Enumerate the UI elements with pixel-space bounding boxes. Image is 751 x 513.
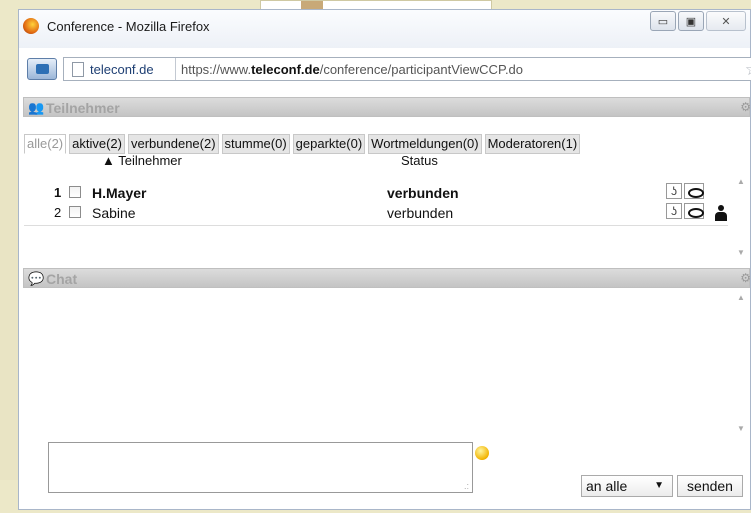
column-participant[interactable]: ▲ Teilnehmer — [102, 153, 182, 168]
participant-status: verbunden — [387, 185, 459, 201]
participants-panel-title: Teilnehmer — [46, 100, 120, 116]
table-divider — [24, 225, 728, 226]
panel-tool-icon[interactable]: ⚙ — [740, 100, 751, 114]
audio-controls: ʖ — [666, 183, 708, 201]
participant-name: Sabine — [92, 205, 136, 221]
people-icon: 👥 — [28, 100, 45, 115]
resize-grip-icon[interactable]: .: — [464, 481, 469, 491]
tab-active[interactable]: aktive(2) — [69, 134, 125, 154]
panel-tool-icon[interactable]: ⚙ — [740, 271, 751, 285]
bookmark-star-icon[interactable]: ☆ — [745, 60, 751, 80]
maximize-button[interactable]: ▣ — [678, 11, 704, 31]
browser-window: Conference - Mozilla Firefox ▭ ▣ ✕ telec… — [18, 9, 751, 510]
table-row[interactable]: 1 H.Mayer verbunden ʖ — [24, 183, 728, 202]
tab-requests[interactable]: Wortmeldungen(0) — [368, 134, 482, 154]
participants-table-header: ▲ Teilnehmer Status — [24, 153, 728, 168]
site-identity-label[interactable]: teleconf.de — [90, 62, 154, 77]
url-path: /conference/participantViewCCP.do — [319, 62, 524, 77]
firefox-logo-icon — [23, 18, 39, 34]
ear-icon[interactable]: ʖ — [666, 183, 682, 199]
ear-icon[interactable]: ʖ — [666, 203, 682, 219]
recipient-value: an alle — [586, 478, 628, 494]
participant-status: verbunden — [387, 205, 454, 221]
close-button[interactable]: ✕ — [706, 11, 746, 31]
mouth-icon[interactable] — [684, 203, 704, 219]
row-checkbox[interactable] — [69, 186, 81, 198]
chevron-down-icon: ▼ — [654, 480, 664, 491]
moderator-icon — [714, 205, 728, 221]
participant-name: H.Mayer — [92, 185, 147, 201]
smiley-icon[interactable] — [475, 446, 489, 460]
recipient-select[interactable]: an alle ▼ — [581, 475, 673, 497]
title-bar[interactable]: Conference - Mozilla Firefox ▭ ▣ ✕ — [19, 10, 750, 48]
row-number: 1 — [54, 185, 62, 200]
scroll-down-icon[interactable]: ▼ — [737, 424, 745, 433]
url-host: teleconf.de — [251, 62, 320, 77]
table-row[interactable]: 2 Sabine verbunden ʖ — [24, 203, 728, 222]
tab-moderators[interactable]: Moderatoren(1) — [484, 134, 581, 154]
send-button[interactable]: senden — [677, 475, 743, 497]
navigation-bar: teleconf.de https://www.teleconf.de/conf… — [19, 54, 751, 84]
chat-bubbles-icon: 💬 — [28, 271, 45, 286]
chat-scrollbar[interactable]: ▲ ▼ — [734, 293, 748, 433]
url-bar[interactable]: teleconf.de https://www.teleconf.de/conf… — [63, 57, 751, 81]
window-controls: ▭ ▣ ✕ — [650, 11, 746, 31]
scroll-down-icon[interactable]: ▼ — [737, 248, 745, 257]
row-number: 2 — [54, 205, 62, 220]
scroll-up-icon[interactable]: ▲ — [737, 293, 745, 302]
participants-scrollbar[interactable]: ▲ ▼ — [734, 177, 748, 257]
minimize-button[interactable]: ▭ — [650, 11, 676, 31]
page-icon — [72, 62, 84, 77]
tab-muted[interactable]: stumme(0) — [221, 134, 290, 154]
url-prefix: https://www. — [181, 62, 252, 77]
row-checkbox[interactable] — [69, 206, 81, 218]
identity-button[interactable] — [27, 58, 57, 80]
tab-connected[interactable]: verbundene(2) — [127, 134, 219, 154]
url-text[interactable]: https://www.teleconf.de/conference/parti… — [181, 62, 523, 77]
participant-filter-tabs: alle(2) aktive(2) verbundene(2) stumme(0… — [24, 134, 581, 154]
chat-panel-header: 💬 Chat ⚙ — [23, 268, 751, 288]
tab-all[interactable]: alle(2) — [24, 134, 67, 154]
identity-icon — [36, 64, 49, 74]
chat-panel-title: Chat — [46, 271, 78, 287]
tab-parked[interactable]: geparkte(0) — [292, 134, 366, 154]
url-separator — [175, 58, 176, 80]
window-title: Conference - Mozilla Firefox — [47, 19, 210, 34]
background-swatch — [301, 1, 323, 9]
scroll-up-icon[interactable]: ▲ — [737, 177, 745, 186]
chat-message-input[interactable]: .: — [48, 442, 473, 493]
column-status[interactable]: Status — [401, 153, 438, 168]
participants-panel-header: 👥 Teilnehmer ⚙ — [23, 97, 751, 117]
audio-controls: ʖ — [666, 203, 708, 221]
mouth-icon[interactable] — [684, 183, 704, 199]
